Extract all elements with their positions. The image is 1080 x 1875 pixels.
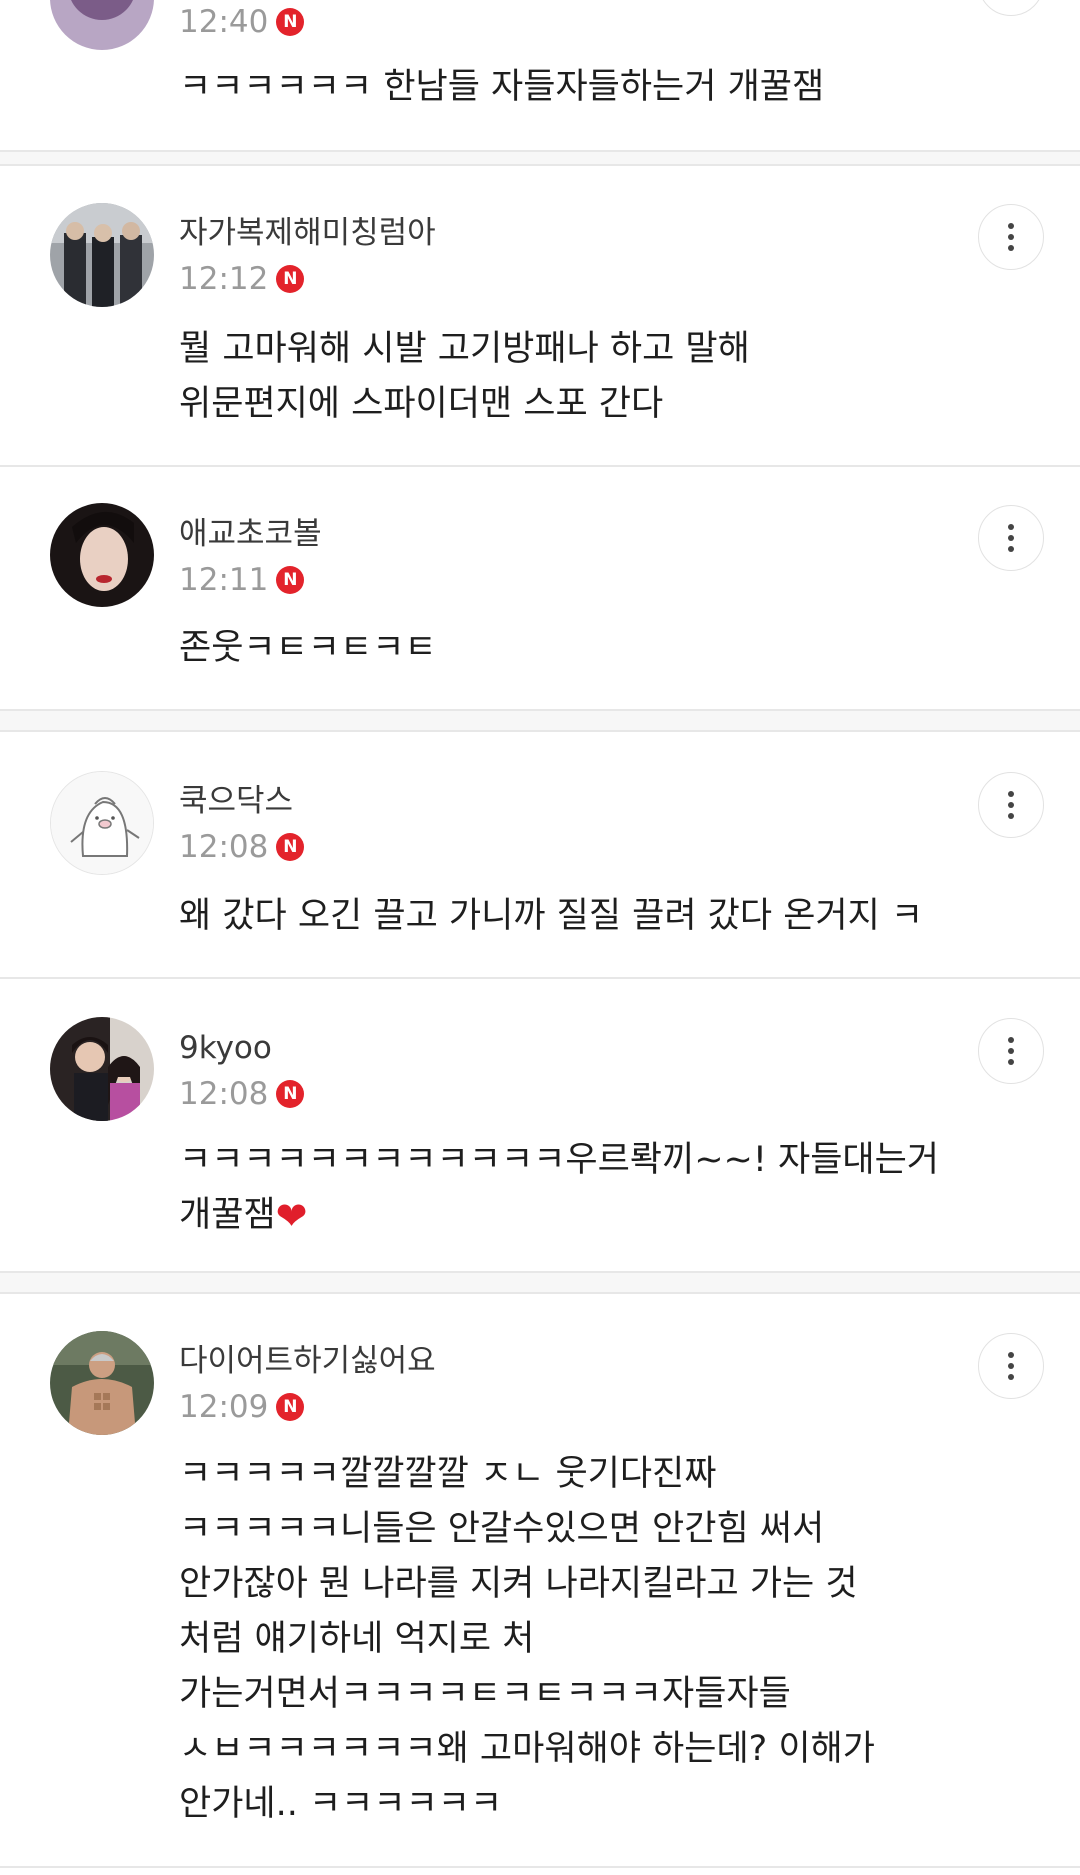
comment-text: 존웃ㅋㅌㅋㅌㅋㅌ [179,628,437,668]
comment-time: 12:08 [179,1076,269,1112]
more-options-button[interactable] [978,772,1044,838]
avatar[interactable] [50,203,154,307]
new-badge: N [276,566,305,594]
comment-item: 쿡으닥스 12:08 N 왜 갔다 오긴 끌고 가니까 질질 끌려 갔다 온거지… [0,731,1080,977]
comment-nickname[interactable]: 자가복제해미칭럼아 [179,213,436,253]
divider [0,1866,1080,1868]
more-options-button[interactable] [978,505,1044,571]
avatar[interactable] [50,0,154,50]
comment-nickname[interactable]: 애교초코볼 [179,514,322,554]
avatar[interactable] [50,1331,154,1435]
more-options-button[interactable] [978,1333,1044,1399]
avatar[interactable] [50,1017,154,1121]
comment-time: 12:09 [179,1389,269,1425]
comment-time: 12:11 [179,562,269,598]
avatar[interactable] [50,503,154,607]
section-gap [0,711,1080,730]
comment-item: 자가복제해미칭럼아 12:12 N 뭘 고마워해 시발 고기방패나 하고 말해 … [0,165,1080,465]
more-options-button[interactable] [978,0,1044,16]
new-badge: N [276,1393,305,1421]
comment-nickname[interactable]: 9kyoo [179,1028,272,1068]
comment-text: ㅋㅋㅋㅋㅋㅋㅋㅋㅋㅋㅋㅋ우르롹끼~~! 자들대는거 개꿀잼❤ [179,1133,1039,1243]
comment-item: 애교초코볼 12:11 N 존웃ㅋㅌㅋㅌㅋㅌ [0,466,1080,709]
heart-emoji-icon: ❤ [275,1194,308,1238]
comment-time: 12:08 [179,829,269,865]
section-gap [0,1273,1080,1292]
comment-nickname[interactable]: 쿡으닥스 [179,781,293,821]
avatar[interactable] [50,771,154,875]
more-options-button[interactable] [978,204,1044,270]
comment-text: 뭘 고마워해 시발 고기방패나 하고 말해 위문편지에 스파이더맨 스포 간다 [179,329,750,424]
comment-time: 12:40 [179,4,269,40]
comment-nickname[interactable]: 다이어트하기싫어요 [179,1341,436,1381]
comment-item: 다이어트하기싫어요 12:09 N ㅋㅋㅋㅋㅋ깔깔깔깔 ㅈㄴ 웃기다진짜 ㅋㅋㅋ… [0,1293,1080,1865]
new-badge: N [276,833,305,861]
new-badge: N [276,8,305,36]
more-options-button[interactable] [978,1018,1044,1084]
comment-text: 왜 갔다 오긴 끌고 가니까 질질 끌려 갔다 온거지 ㅋ [179,896,924,936]
new-badge: N [276,265,305,293]
comment-item: 9kyoo 12:08 N ㅋㅋㅋㅋㅋㅋㅋㅋㅋㅋㅋㅋ우르롹끼~~! 자들대는거 … [0,978,1080,1271]
comment-item: 12:40 N ㅋㅋㅋㅋㅋㅋ 한남들 자들자들하는거 개꿀잼 [0,0,1080,150]
new-badge: N [276,1080,305,1108]
comment-text: ㅋㅋㅋㅋㅋ깔깔깔깔 ㅈㄴ 웃기다진짜 ㅋㅋㅋㅋㅋ니들은 안갈수있으면 안간힘 써… [179,1454,875,1824]
comment-text: ㅋㅋㅋㅋㅋㅋ 한남들 자들자들하는거 개꿀잼 [179,67,825,107]
comment-time: 12:12 [179,261,269,297]
